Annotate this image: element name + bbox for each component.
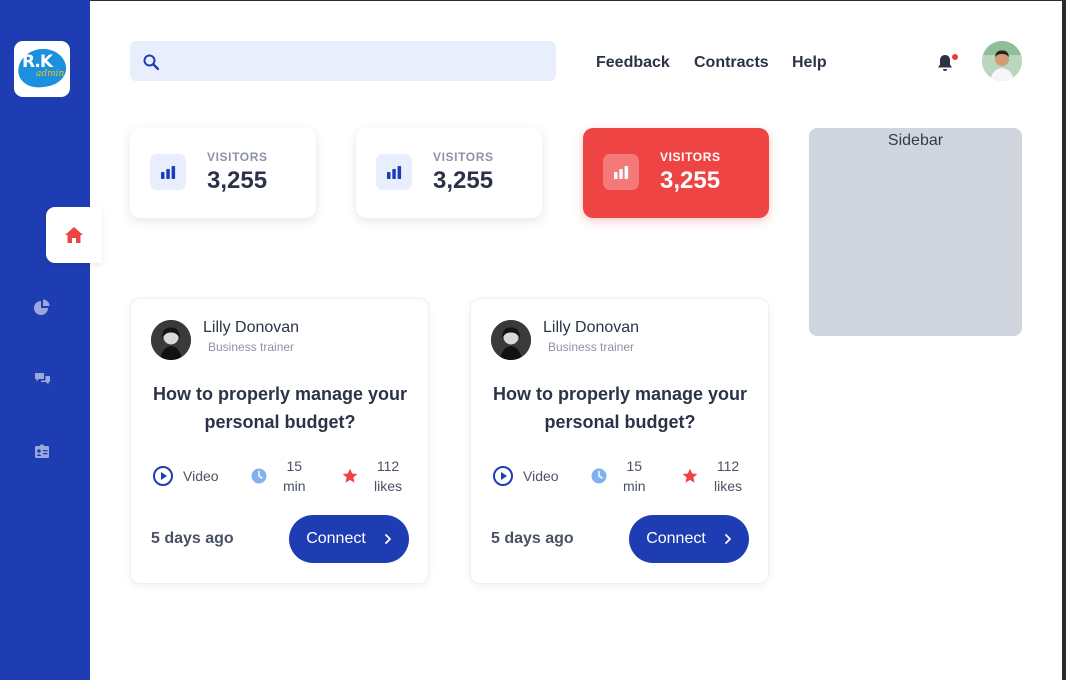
nav-item-contacts[interactable]: [30, 439, 54, 463]
author-avatar: [151, 320, 191, 360]
stat-label: VISITORS: [207, 150, 268, 164]
nav-item-messages[interactable]: [30, 367, 54, 391]
nav-item-home[interactable]: [46, 207, 102, 263]
posted-time: 5 days ago: [151, 530, 234, 547]
search-icon: [143, 54, 159, 70]
meta-likes: 112 likes: [342, 456, 402, 496]
connect-label: Connect: [306, 530, 366, 547]
unread-badge: [952, 54, 958, 60]
chevron-right-icon: [724, 534, 731, 544]
stat-label: VISITORS: [433, 150, 494, 164]
bar-chart-icon: [161, 166, 176, 179]
play-circle-icon: [493, 466, 513, 486]
connect-button[interactable]: Connect: [289, 515, 409, 563]
author-role: Business trainer: [208, 340, 295, 354]
likes-value: 112: [376, 458, 400, 474]
sidebar-panel: Sidebar: [809, 128, 1022, 336]
meta-type-label: Video: [523, 468, 559, 484]
nav-link-feedback[interactable]: Feedback: [596, 54, 670, 72]
author-avatar: [491, 320, 531, 360]
course-card: Lilly Donovan Business trainer How to pr…: [470, 298, 769, 584]
chat-icon: [34, 372, 50, 384]
nav-rail: R.K admin: [0, 0, 102, 680]
clock-icon: [591, 468, 607, 484]
star-icon: [682, 468, 698, 483]
home-icon: [65, 227, 83, 243]
duration-unit: min: [283, 478, 306, 494]
duration-unit: min: [623, 478, 646, 494]
stat-value: 3,255: [207, 167, 268, 194]
avatar-photo: [982, 41, 1022, 81]
notifications-button[interactable]: [935, 53, 958, 75]
stat-card-visitors[interactable]: VISITORS 3,255: [130, 128, 316, 218]
meta-duration: 15 min: [251, 456, 306, 496]
search-input[interactable]: [174, 41, 544, 81]
likes-unit: likes: [714, 478, 743, 494]
connect-label: Connect: [646, 530, 706, 547]
duration-value: 15: [286, 458, 303, 474]
course-card: Lilly Donovan Business trainer How to pr…: [130, 298, 429, 584]
chevron-right-icon: [384, 534, 391, 544]
logo-subtext: admin: [36, 69, 65, 79]
stat-icon-box: [150, 154, 186, 190]
star-icon: [342, 468, 358, 483]
author-photo: [151, 320, 191, 360]
search-bar[interactable]: [130, 41, 556, 81]
nav-item-analytics[interactable]: [30, 295, 54, 319]
stat-value: 3,255: [660, 167, 721, 194]
nav-link-help[interactable]: Help: [792, 54, 827, 72]
author-name: Lilly Donovan: [203, 319, 300, 336]
connect-button[interactable]: Connect: [629, 515, 749, 563]
play-circle-icon: [153, 466, 173, 486]
brand-logo[interactable]: R.K admin: [14, 41, 70, 97]
posted-time: 5 days ago: [491, 530, 574, 547]
bar-chart-icon: [614, 166, 629, 179]
author-photo: [491, 320, 531, 360]
meta-duration: 15 min: [591, 456, 646, 496]
id-card-icon: [35, 444, 49, 458]
nav-link-contracts[interactable]: Contracts: [694, 54, 769, 72]
stat-label: VISITORS: [660, 150, 721, 164]
meta-type: Video: [153, 456, 219, 496]
stat-card-visitors-active[interactable]: VISITORS 3,255: [583, 128, 769, 218]
meta-type: Video: [493, 456, 559, 496]
pie-chart-icon: [34, 299, 50, 315]
stat-icon-box: [376, 154, 412, 190]
course-title[interactable]: How to properly manage your personal bud…: [483, 380, 757, 436]
course-title[interactable]: How to properly manage your personal bud…: [143, 380, 417, 436]
likes-unit: likes: [374, 478, 403, 494]
stat-value: 3,255: [433, 167, 494, 194]
clock-icon: [251, 468, 267, 484]
user-avatar[interactable]: [982, 41, 1022, 81]
meta-type-label: Video: [183, 468, 219, 484]
bar-chart-icon: [387, 166, 402, 179]
author-role: Business trainer: [548, 340, 635, 354]
meta-likes: 112 likes: [682, 456, 742, 496]
stat-card-visitors[interactable]: VISITORS 3,255: [356, 128, 542, 218]
duration-value: 15: [626, 458, 643, 474]
author-name: Lilly Donovan: [543, 319, 640, 336]
likes-value: 112: [716, 458, 740, 474]
sidebar-title: Sidebar: [887, 132, 944, 149]
stat-icon-box: [603, 154, 639, 190]
